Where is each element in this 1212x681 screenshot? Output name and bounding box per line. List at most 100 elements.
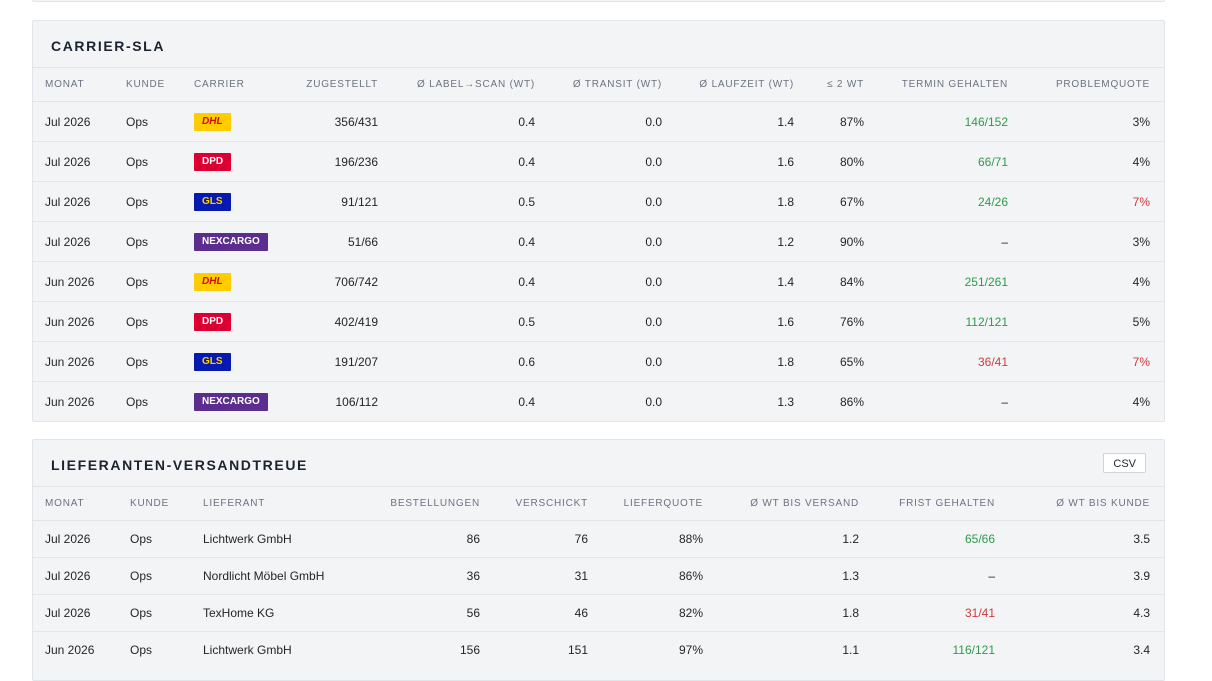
cell-laufzeit: 1.6 (676, 301, 808, 342)
col-kunde[interactable]: KUNDE (114, 68, 182, 102)
carrier-sla-card: CARRIER-SLA MONAT KUNDE CARRIER ZUGESTEL… (32, 20, 1165, 422)
cell-kunde: Ops (118, 557, 191, 595)
cell-zugestellt: 706/742 (282, 261, 392, 302)
cell-zugestellt: 356/431 (282, 101, 392, 142)
table-row[interactable]: Jul 2026 Ops Lichtwerk GmbH 86 76 88% 1.2 65/66… (33, 520, 1164, 558)
cell-verschickt: 151 (567, 643, 588, 657)
table-row[interactable]: Jul 2026 Ops TexHome KG 56 46 82% 1.8 31/41 4.3 (33, 594, 1164, 632)
col-wt-kunde[interactable]: Ø WT BIS KUNDE (1009, 487, 1164, 521)
cell-label-scan: 0.4 (518, 394, 535, 409)
cell-le2wt: 84% (808, 261, 878, 302)
cell-monat: Jul 2026 (33, 594, 118, 632)
cell-frist: 31/41 (873, 594, 1009, 632)
col-le2wt[interactable]: ≤ 2 WT (808, 68, 878, 102)
col-laufzeit[interactable]: Ø LAUFZEIT (WT) (676, 68, 808, 102)
cell-bestellungen: 56 (371, 594, 494, 632)
cell-verschickt: 76 (494, 520, 602, 558)
cell-monat: Jul 2026 (33, 221, 114, 262)
cell-problemquote: 3% (1022, 101, 1164, 142)
cell-transit: 0.0 (549, 101, 676, 142)
col-lieferquote[interactable]: LIEFERQUOTE (602, 487, 717, 521)
col-bestellungen[interactable]: BESTELLUNGEN (371, 487, 494, 521)
col-kunde[interactable]: KUNDE (118, 487, 191, 521)
col-frist[interactable]: FRIST GEHALTEN (873, 487, 1009, 521)
cell-kunde: Ops (126, 394, 149, 409)
table-row[interactable]: Jul 2026 Ops DHL 356/431 0.4 0.0 1.4 87% 146/152… (33, 101, 1164, 142)
table-row[interactable]: Jul 2026 Ops Nordlicht Möbel GmbH 36 31 86% 1.… (33, 557, 1164, 595)
cell-zugestellt: 191/207 (282, 341, 392, 382)
cell-wt-versand: 1.3 (717, 557, 873, 595)
table-row[interactable]: Jul 2026 Ops DPD 196/236 0.4 0.0 1.6 80% 66/71 4% (33, 141, 1164, 182)
cell-carrier: NEXCARGO (182, 382, 282, 422)
cell-monat: Jun 2026 (45, 643, 95, 657)
cell-carrier: GLS (182, 341, 282, 382)
cell-lieferant: Lichtwerk GmbH (191, 520, 371, 558)
cell-label-scan: 0.4 (392, 221, 549, 262)
cell-carrier: GLS (182, 181, 282, 222)
cell-monat: Jul 2026 (33, 181, 114, 222)
carrier-sla-title: CARRIER-SLA (51, 38, 166, 54)
lieferanten-card: LIEFERANTEN-VERSANDTREUE CSV MONAT KUNDE… (32, 439, 1165, 681)
cell-transit: 0.0 (549, 141, 676, 182)
cell-wt-kunde: 4.3 (1009, 594, 1164, 632)
col-monat[interactable]: MONAT (33, 487, 118, 521)
carrier-sla-table: MONAT KUNDE CARRIER ZUGESTELLT Ø LABEL→S… (33, 68, 1164, 421)
cell-monat: Jul 2026 (33, 557, 118, 595)
cell-transit: 0.0 (549, 301, 676, 342)
cell-lieferant: Nordlicht Möbel GmbH (191, 557, 371, 595)
cell-wt-versand: 1.2 (717, 520, 873, 558)
cell-kunde: Ops (114, 221, 182, 262)
carrier-logo-gls: GLS (194, 352, 231, 371)
cell-kunde: Ops (114, 181, 182, 222)
lieferanten-header: LIEFERANTEN-VERSANDTREUE CSV (33, 440, 1164, 487)
cell-frist: – (873, 557, 1009, 595)
table-row[interactable]: Jun 2026 Ops DHL 706/742 0.4 0.0 1.4 84% 251/261… (33, 261, 1164, 302)
cell-lieferant: Lichtwerk GmbH (203, 643, 292, 657)
cell-carrier: DHL (182, 261, 282, 302)
cell-lieferquote: 88% (602, 520, 717, 558)
cell-monat: Jun 2026 (33, 301, 114, 342)
cell-laufzeit: 1.8 (676, 341, 808, 382)
carrier-logo-nexcargo: NEXCARGO (194, 232, 268, 251)
cell-verschickt: 31 (494, 557, 602, 595)
carrier-logo-nexcargo: NEXCARGO (194, 392, 268, 411)
col-wt-versand[interactable]: Ø WT BIS VERSAND (717, 487, 873, 521)
col-zugestellt[interactable]: ZUGESTELLT (282, 68, 392, 102)
cell-wt-kunde: 3.9 (1009, 557, 1164, 595)
col-termin[interactable]: TERMIN GEHALTEN (878, 68, 1022, 102)
col-lieferant[interactable]: LIEFERANT (191, 487, 371, 521)
col-problemquote[interactable]: PROBLEMQUOTE (1022, 68, 1164, 102)
cell-bestellungen: 36 (371, 557, 494, 595)
table-row[interactable]: Jun 2026 Ops NEXCARGO 106/112 0.4 0.0 1.3 86% – 4… (33, 382, 1164, 422)
cell-transit: 0.0 (645, 394, 662, 409)
col-verschickt[interactable]: VERSCHICKT (494, 487, 602, 521)
cell-zugestellt: 51/66 (282, 221, 392, 262)
col-transit[interactable]: Ø TRANSIT (WT) (549, 68, 676, 102)
cell-frist: 116/121 (952, 643, 996, 657)
cell-termin: 251/261 (878, 261, 1022, 302)
cell-problemquote: 7% (1022, 341, 1164, 382)
cell-wt-versand: 1.1 (842, 643, 859, 657)
table-row[interactable]: Jun 2026 Ops DPD 402/419 0.5 0.0 1.6 76% 112/121… (33, 301, 1164, 342)
table-row[interactable]: Jul 2026 Ops NEXCARGO 51/66 0.4 0.0 1.2 90% –3% (33, 221, 1164, 262)
cell-le2wt: 65% (808, 341, 878, 382)
cell-label-scan: 0.4 (392, 141, 549, 182)
cell-carrier: DHL (182, 101, 282, 142)
col-monat[interactable]: MONAT (33, 68, 114, 102)
cell-frist: 65/66 (873, 520, 1009, 558)
cell-problemquote: 4% (1132, 394, 1150, 409)
cell-wt-kunde: 3.5 (1009, 520, 1164, 558)
cell-laufzeit: 1.4 (676, 101, 808, 142)
cell-zugestellt: 196/236 (282, 141, 392, 182)
table-row[interactable]: Jul 2026 Ops GLS 91/121 0.5 0.0 1.8 67% 24/26 7% (33, 181, 1164, 222)
cell-label-scan: 0.4 (392, 101, 549, 142)
col-label-scan[interactable]: Ø LABEL→SCAN (WT) (392, 68, 549, 102)
table-row[interactable]: Jun 2026 Ops Lichtwerk GmbH 156 151 97% 1.1 116… (33, 632, 1164, 669)
table-row[interactable]: Jun 2026 Ops GLS 191/207 0.6 0.0 1.8 65% 36/41 7% (33, 341, 1164, 382)
cell-problemquote: 3% (1022, 221, 1164, 262)
cell-monat: Jun 2026 (45, 394, 95, 409)
cell-kunde: Ops (118, 520, 191, 558)
cell-label-scan: 0.5 (392, 301, 549, 342)
csv-export-button[interactable]: CSV (1103, 453, 1146, 473)
col-carrier[interactable]: CARRIER (182, 68, 282, 102)
